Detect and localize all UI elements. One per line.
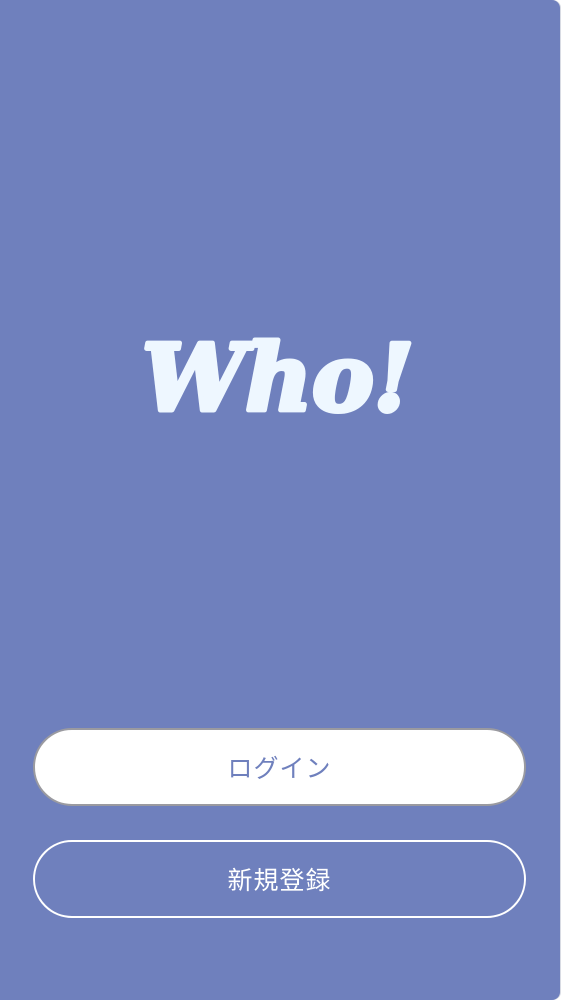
app-logo: Who! [133,330,423,425]
login-button[interactable]: ログイン [33,728,526,806]
logo-graphic: Who! [140,330,417,425]
welcome-screen: Who! ログイン 新規登録 [0,0,560,1000]
signup-button[interactable]: 新規登録 [33,840,526,918]
logo-text: Who! [142,330,414,425]
